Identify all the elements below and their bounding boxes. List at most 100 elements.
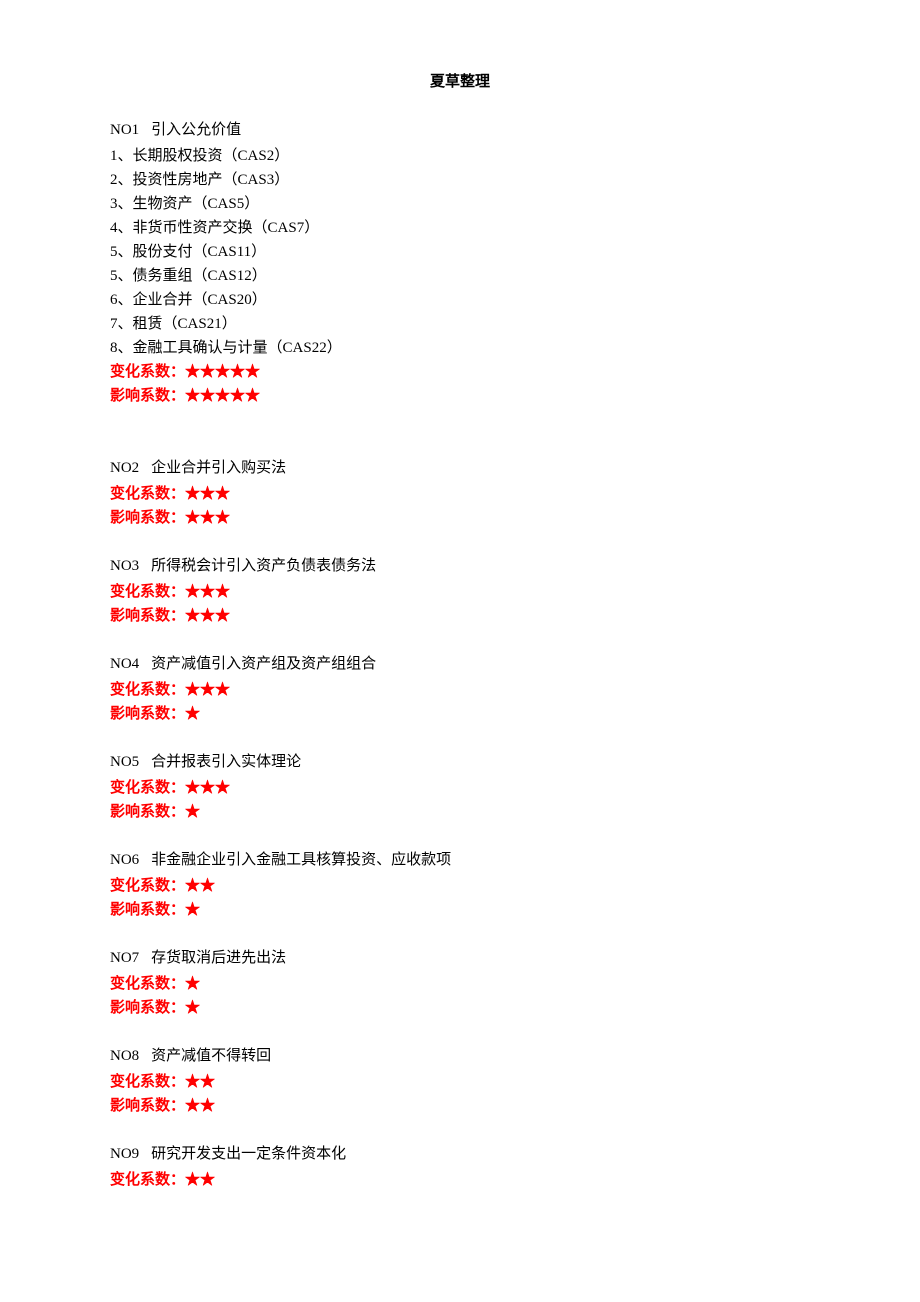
section-header: NO3 所得税会计引入资产负债表债务法	[110, 554, 810, 578]
section-heading: 研究开发支出一定条件资本化	[151, 1146, 346, 1162]
section-header: NO7存货取消后进先出法	[110, 946, 810, 970]
item-text: 债务重组	[133, 268, 193, 284]
impact-coefficient: 影响系数：★	[110, 702, 810, 726]
change-coefficient: 变化系数：★★	[110, 1070, 810, 1094]
section-header: NO6非金融企业引入金融工具核算投资、应收款项	[110, 848, 810, 872]
item-number: 7、	[110, 316, 133, 332]
section: NO2企业合并引入购买法变化系数：★★★影响系数：★★★	[110, 456, 810, 530]
star-rating: ★★★	[185, 608, 230, 624]
section-header: NO1 引入公允价值	[110, 118, 810, 142]
section-number: NO8	[110, 1048, 139, 1064]
section: NO7存货取消后进先出法变化系数：★影响系数：★	[110, 946, 810, 1020]
change-label: 变化系数：	[110, 878, 185, 894]
impact-label: 影响系数：	[110, 706, 185, 722]
change-label: 变化系数：	[110, 1074, 185, 1090]
star-rating: ★★★	[185, 780, 230, 796]
section-header: NO8 资产减值不得转回	[110, 1044, 810, 1068]
star-rating: ★★★	[185, 584, 230, 600]
star-rating: ★	[185, 976, 200, 992]
change-coefficient: 变化系数：★★	[110, 1168, 810, 1192]
star-rating: ★★	[185, 1172, 215, 1188]
change-label: 变化系数：	[110, 364, 185, 380]
section-heading: 引入公允价值	[151, 122, 241, 138]
change-label: 变化系数：	[110, 976, 185, 992]
item-number: 3、	[110, 196, 133, 212]
section: NO6非金融企业引入金融工具核算投资、应收款项变化系数：★★影响系数：★	[110, 848, 810, 922]
change-coefficient: 变化系数：★★	[110, 874, 810, 898]
impact-label: 影响系数：	[110, 902, 185, 918]
section-number: NO2	[110, 460, 139, 476]
section-number: NO5	[110, 754, 139, 770]
section-number: NO3	[110, 558, 139, 574]
item-number: 5、	[110, 268, 133, 284]
item-code: （CAS5）	[193, 196, 260, 212]
item-number: 6、	[110, 292, 133, 308]
list-item: 5、股份支付（CAS11）	[110, 240, 810, 264]
section-header: NO2企业合并引入购买法	[110, 456, 810, 480]
section: NO9 研究开发支出一定条件资本化变化系数：★★	[110, 1142, 810, 1192]
star-rating: ★★	[185, 1074, 215, 1090]
section-number: NO9	[110, 1146, 139, 1162]
list-item: 8、金融工具确认与计量（CAS22）	[110, 336, 810, 360]
item-code: （CAS21）	[163, 316, 237, 332]
section-heading: 资产减值引入资产组及资产组组合	[151, 656, 376, 672]
change-label: 变化系数：	[110, 486, 185, 502]
item-code: （CAS7）	[253, 220, 320, 236]
list-item: 6、企业合并（CAS20）	[110, 288, 810, 312]
change-coefficient: 变化系数：★★★	[110, 776, 810, 800]
item-number: 4、	[110, 220, 133, 236]
item-text: 长期股权投资	[133, 148, 223, 164]
list-item: 5、债务重组（CAS12）	[110, 264, 810, 288]
change-coefficient: 变化系数：★★★	[110, 580, 810, 604]
section: NO8资产减值不得转回变化系数：★★影响系数：★★	[110, 1044, 810, 1118]
star-rating: ★★	[185, 878, 215, 894]
impact-coefficient: 影响系数：★	[110, 800, 810, 824]
item-number: 5、	[110, 244, 133, 260]
section-heading: 非金融企业引入金融工具核算投资、应收款项	[151, 852, 451, 868]
section: NO3所得税会计引入资产负债表债务法变化系数：★★★影响系数：★★★	[110, 554, 810, 628]
impact-coefficient: 影响系数：★	[110, 898, 810, 922]
item-code: （CAS12）	[193, 268, 267, 284]
change-label: 变化系数：	[110, 1172, 185, 1188]
change-coefficient: 变化系数：★	[110, 972, 810, 996]
impact-label: 影响系数：	[110, 510, 185, 526]
star-rating: ★★★★★	[185, 388, 260, 404]
section-heading: 资产减值不得转回	[151, 1048, 271, 1064]
item-code: （CAS3）	[223, 172, 290, 188]
star-rating: ★★★★★	[185, 364, 260, 380]
section-header: NO5 合并报表引入实体理论	[110, 750, 810, 774]
change-coefficient: 变化系数：★★★	[110, 678, 810, 702]
item-text: 租赁	[133, 316, 163, 332]
section-number: NO7	[110, 950, 139, 966]
section-heading: 所得税会计引入资产负债表债务法	[151, 558, 376, 574]
impact-label: 影响系数：	[110, 388, 185, 404]
item-text: 生物资产	[133, 196, 193, 212]
change-label: 变化系数：	[110, 682, 185, 698]
item-code: （CAS20）	[193, 292, 267, 308]
section: NO1引入公允价值1、长期股权投资（CAS2）2、投资性房地产（CAS3）3、生…	[110, 118, 810, 408]
item-text: 金融工具确认与计量	[133, 340, 268, 356]
star-rating: ★	[185, 706, 200, 722]
star-rating: ★★★	[185, 486, 230, 502]
star-rating: ★★★	[185, 510, 230, 526]
list-item: 7、租赁（CAS21）	[110, 312, 810, 336]
item-number: 1、	[110, 148, 133, 164]
impact-coefficient: 影响系数：★★★	[110, 604, 810, 628]
star-rating: ★	[185, 1000, 200, 1016]
section: NO4资产减值引入资产组及资产组组合变化系数：★★★影响系数：★	[110, 652, 810, 726]
change-label: 变化系数：	[110, 584, 185, 600]
list-item: 2、投资性房地产（CAS3）	[110, 168, 810, 192]
section-number: NO1	[110, 122, 139, 138]
item-text: 企业合并	[133, 292, 193, 308]
impact-coefficient: 影响系数：★★★	[110, 506, 810, 530]
list-item: 3、生物资产（CAS5）	[110, 192, 810, 216]
item-code: （CAS11）	[193, 244, 267, 260]
impact-coefficient: 影响系数：★★★★★	[110, 384, 810, 408]
section-heading: 合并报表引入实体理论	[151, 754, 301, 770]
page-title: 夏草整理	[110, 70, 810, 94]
item-number: 2、	[110, 172, 133, 188]
change-coefficient: 变化系数：★★★★★	[110, 360, 810, 384]
impact-label: 影响系数：	[110, 1000, 185, 1016]
star-rating: ★★	[185, 1098, 215, 1114]
section: NO5 合并报表引入实体理论变化系数：★★★影响系数：★	[110, 750, 810, 824]
